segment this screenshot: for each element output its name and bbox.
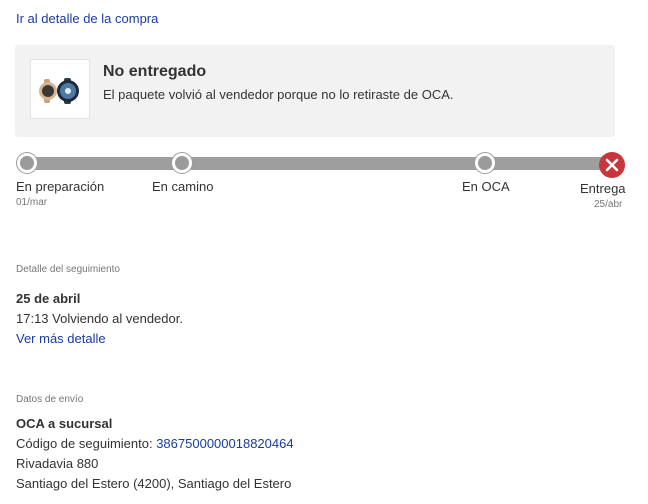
step-node-on-the-way <box>172 153 192 173</box>
address-line-1: Rivadavia 880 <box>16 456 99 471</box>
step-label-preparation: En preparación <box>16 179 105 194</box>
close-icon <box>605 158 619 172</box>
status-description: El paquete volvió al vendedor porque no … <box>103 87 454 102</box>
product-thumbnail[interactable] <box>30 59 90 119</box>
shipping-data-caption: Datos de envío <box>16 394 84 405</box>
tracking-number-link[interactable]: 3867500000018820464 <box>156 436 293 451</box>
tracking-event-text: 17:13 Volviendo al vendedor. <box>16 311 183 326</box>
smartwatch-icon <box>39 78 79 104</box>
address-line-2: Santiago del Estero (4200), Santiago del… <box>16 476 292 491</box>
step-failed-node <box>599 152 625 178</box>
step-label-at-oca: En OCA <box>462 179 510 194</box>
tracking-code-label: Código de seguimiento: <box>16 436 157 451</box>
shipping-method: OCA a sucursal <box>16 416 113 431</box>
step-node-preparation <box>17 153 37 173</box>
progress-track <box>27 157 613 170</box>
tracking-code-row: Código de seguimiento: 38675000000188204… <box>16 436 294 451</box>
purchase-detail-link[interactable]: Ir al detalle de la compra <box>16 11 158 26</box>
step-node-at-oca <box>475 153 495 173</box>
tracking-detail-caption: Detalle del seguimiento <box>16 264 120 275</box>
status-title: No entregado <box>103 63 207 80</box>
shipment-progress-tracker: En preparación 01/mar En camino En OCA E… <box>0 140 648 220</box>
tracking-event-date: 25 de abril <box>16 291 81 306</box>
step-label-delivery: Entrega <box>580 181 626 196</box>
more-detail-link[interactable]: Ver más detalle <box>16 331 106 346</box>
step-label-on-the-way: En camino <box>152 179 214 194</box>
delivery-status-card: No entregado El paquete volvió al vended… <box>15 45 615 137</box>
step-date-delivery: 25/abr <box>594 199 623 210</box>
step-date-preparation: 01/mar <box>16 197 48 208</box>
